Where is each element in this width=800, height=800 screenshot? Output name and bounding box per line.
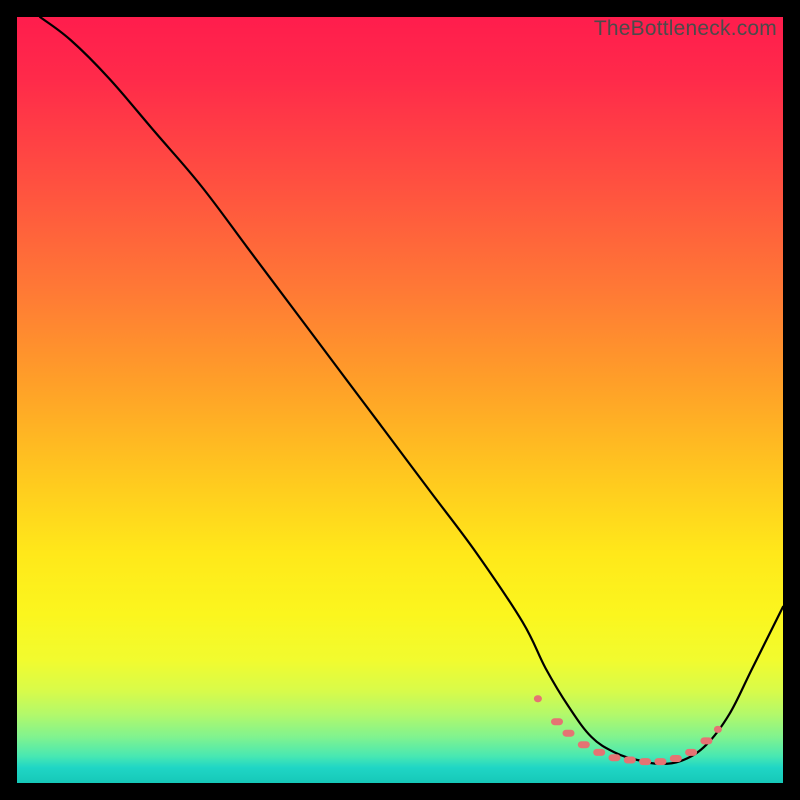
valley-marker-dot [627,757,633,763]
bottleneck-chart [17,17,783,783]
valley-marker-dot [554,719,560,725]
valley-marker [551,718,563,725]
valley-marker [654,758,666,765]
valley-marker [670,755,682,762]
valley-marker-dot [673,756,679,762]
valley-marker-dot [642,759,648,765]
valley-marker [685,749,697,756]
valley-marker-dot [703,738,709,744]
valley-marker-dot [566,730,572,736]
chart-plot-area: TheBottleneck.com [17,17,783,783]
valley-marker [534,695,542,702]
valley-marker-dot [581,742,587,748]
valley-marker-dot [688,749,694,755]
valley-markers [534,695,722,765]
valley-marker-dot [657,759,663,765]
valley-marker [624,757,636,764]
valley-marker [700,737,712,744]
valley-marker [578,741,590,748]
valley-marker [639,758,651,765]
valley-marker-dot [596,749,602,755]
valley-marker [593,749,605,756]
valley-marker [563,730,575,737]
valley-marker-dot [535,696,541,702]
watermark-text: TheBottleneck.com [594,17,777,41]
valley-marker [714,726,722,733]
valley-marker [609,754,621,761]
valley-marker-dot [612,755,618,761]
bottleneck-curve-path [40,17,783,764]
valley-marker-dot [715,726,721,732]
